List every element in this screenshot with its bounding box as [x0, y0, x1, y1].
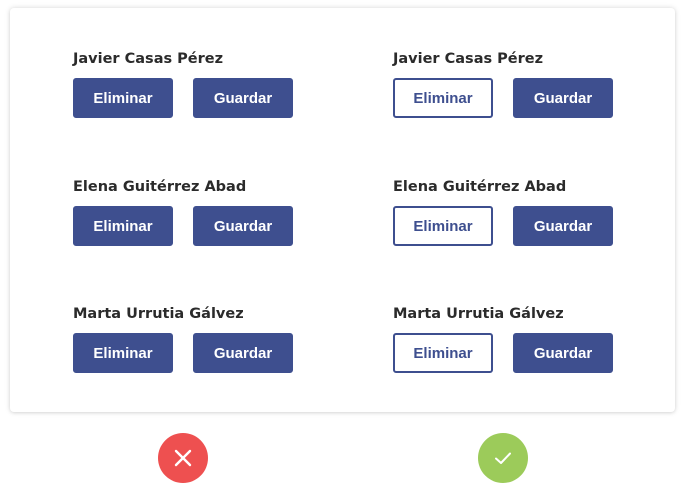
check-icon — [495, 452, 511, 464]
person-name: Javier Casas Pérez — [73, 51, 224, 67]
delete-button[interactable]: Eliminar — [73, 206, 173, 246]
delete-button[interactable]: Eliminar — [393, 206, 493, 246]
delete-button[interactable]: Eliminar — [73, 78, 173, 118]
save-button[interactable]: Guardar — [513, 78, 613, 118]
wrong-indicator — [158, 433, 208, 483]
save-button[interactable]: Guardar — [193, 78, 293, 118]
person-name: Javier Casas Pérez — [393, 51, 544, 67]
person-name: Elena Guitérrez Abad — [393, 179, 567, 195]
cross-icon — [174, 449, 192, 467]
save-button[interactable]: Guardar — [513, 206, 613, 246]
delete-button[interactable]: Eliminar — [393, 333, 493, 373]
save-button[interactable]: Guardar — [513, 333, 613, 373]
save-button[interactable]: Guardar — [193, 333, 293, 373]
person-name: Marta Urrutia Gálvez — [393, 306, 564, 322]
person-name: Marta Urrutia Gálvez — [73, 306, 244, 322]
person-name: Elena Guitérrez Abad — [73, 179, 247, 195]
delete-button[interactable]: Eliminar — [73, 333, 173, 373]
save-button[interactable]: Guardar — [193, 206, 293, 246]
comparison-card: Javier Casas Pérez Eliminar Guardar Elen… — [10, 8, 675, 412]
right-indicator — [478, 433, 528, 483]
delete-button[interactable]: Eliminar — [393, 78, 493, 118]
